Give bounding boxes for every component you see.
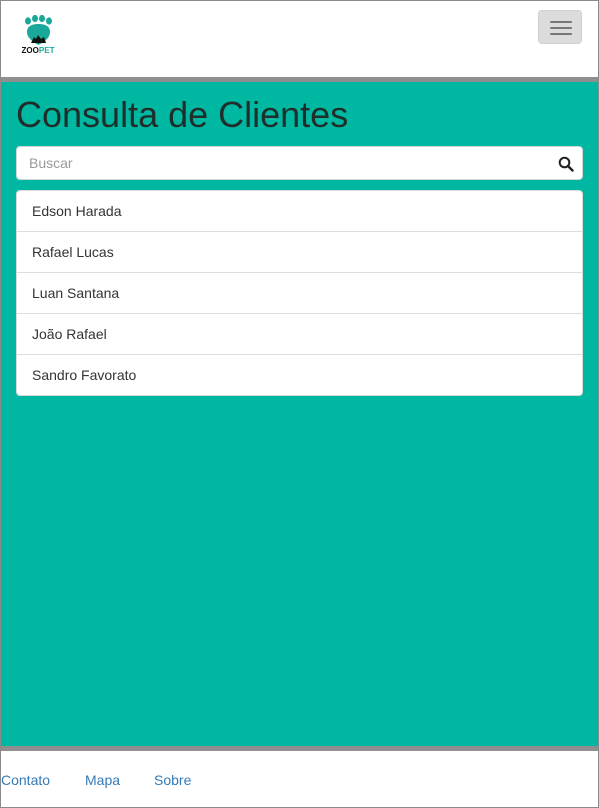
footer: Contato Mapa Sobre	[1, 751, 598, 807]
logo-text-pet: PET	[38, 46, 55, 55]
client-list-item[interactable]: João Rafael	[17, 314, 582, 355]
footer-link-sobre[interactable]: Sobre	[154, 772, 191, 788]
zoopet-logo[interactable]: ZOOPET	[18, 14, 58, 59]
logo-wordmark: ZOOPET	[18, 46, 58, 55]
navbar: ZOOPET	[1, 1, 598, 77]
page-title: Consulta de Clientes	[16, 94, 349, 135]
client-list-item[interactable]: Sandro Favorato	[17, 355, 582, 395]
client-list-item[interactable]: Rafael Lucas	[17, 232, 582, 273]
main-content: Consulta de Clientes Edson Harada Rafael…	[1, 82, 598, 746]
search-input[interactable]	[17, 147, 547, 179]
menu-toggle-button[interactable]	[538, 10, 582, 44]
paw-icon	[25, 14, 52, 45]
search-icon[interactable]	[558, 156, 574, 172]
client-list: Edson Harada Rafael Lucas Luan Santana J…	[16, 190, 583, 396]
client-list-item[interactable]: Luan Santana	[17, 273, 582, 314]
client-list-item[interactable]: Edson Harada	[17, 191, 582, 232]
footer-link-mapa[interactable]: Mapa	[85, 772, 120, 788]
logo-text-zoo: ZOO	[21, 46, 39, 55]
search-box	[16, 146, 583, 180]
footer-link-contato[interactable]: Contato	[1, 772, 50, 788]
